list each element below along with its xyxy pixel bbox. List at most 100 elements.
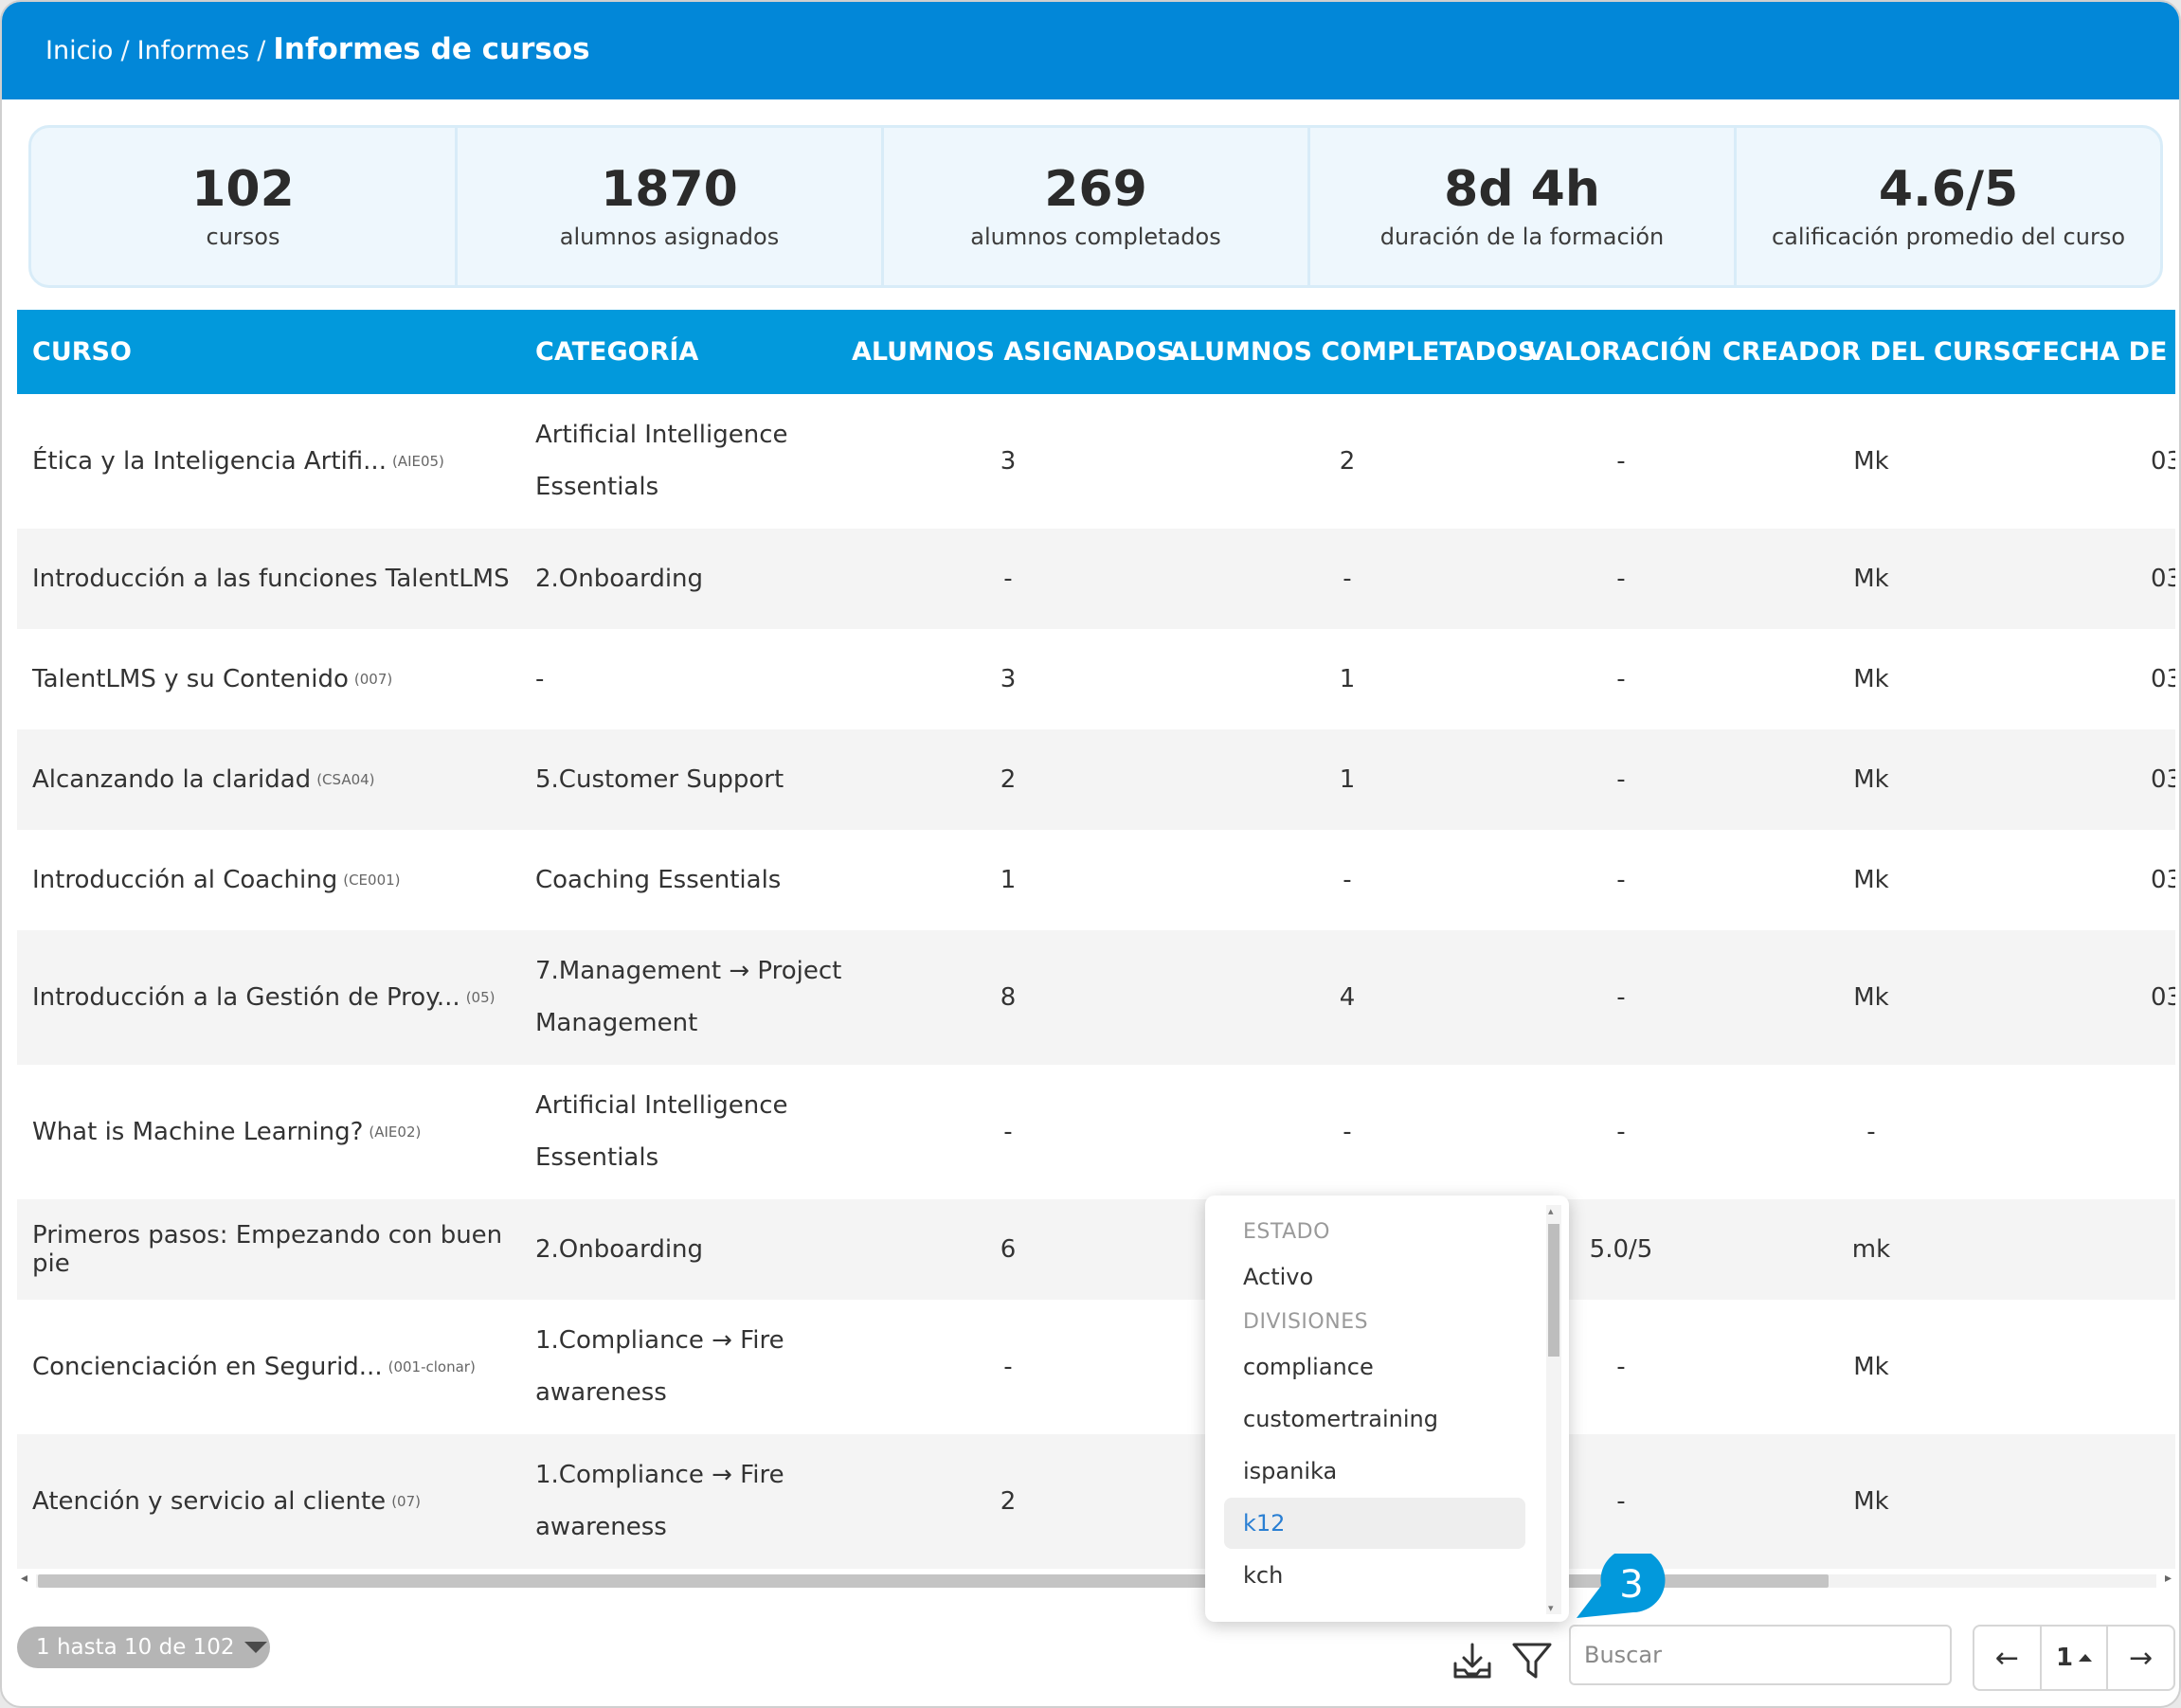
course-text: Ética y la Inteligencia Artifi... xyxy=(32,447,387,476)
search-input[interactable] xyxy=(1569,1625,1952,1685)
rating-text: - xyxy=(1616,665,1626,693)
scroll-left-icon[interactable]: ◂ xyxy=(21,1571,27,1586)
prev-page-button[interactable]: ← xyxy=(1974,1627,2042,1689)
stat-value: 1870 xyxy=(601,161,738,219)
filter-button[interactable] xyxy=(1510,1639,1556,1684)
completed-text: 4 xyxy=(1339,983,1356,1012)
column-header-assigned[interactable]: ALUMNOS ASIGNADOS xyxy=(852,310,1175,394)
scroll-down-icon[interactable]: ▾ xyxy=(1548,1602,1554,1614)
course-code: (AIE05) xyxy=(391,453,444,470)
date-text: 03 xyxy=(2151,565,2175,593)
filter-option-active[interactable]: Activo xyxy=(1224,1251,1525,1303)
table-row[interactable]: What is Machine Learning? (AIE02) Artifici… xyxy=(17,1065,2175,1199)
cell-course[interactable]: Primeros pasos: Empezando con buen pie xyxy=(32,1199,525,1300)
assigned-text: 6 xyxy=(1000,1235,1017,1264)
column-header-course[interactable]: CURSO xyxy=(32,310,132,394)
category-text: Artificial Intelligence Essentials xyxy=(535,421,788,501)
cell-assigned: 3 xyxy=(852,394,1164,529)
cell-completed: - xyxy=(1169,1065,1525,1199)
date-text: 03 xyxy=(2151,866,2175,894)
column-header-creator[interactable]: CREADOR DEL CURSO xyxy=(1722,310,2033,394)
horizontal-scrollbar[interactable]: ◂ ▸ xyxy=(17,1571,2175,1590)
column-header-category[interactable]: CATEGORÍA xyxy=(535,310,698,394)
table-row[interactable]: Introducción al Coaching (CE001) Coaching … xyxy=(17,830,2175,930)
next-page-button[interactable]: → xyxy=(2108,1627,2173,1689)
table-row[interactable]: Atención y servicio al cliente (07) 1.Comp… xyxy=(17,1434,2175,1569)
course-text: Concienciación en Segurid... xyxy=(32,1353,383,1381)
page-select[interactable]: 1 xyxy=(2042,1627,2109,1689)
course-text: Alcanzando la claridad xyxy=(32,765,312,794)
category-text: Artificial Intelligence Essentials xyxy=(535,1091,788,1172)
stat-assigned-learners: 1870 alumnos asignados xyxy=(458,128,884,285)
table-row[interactable]: Alcanzando la claridad (CSA04) 5.Customer … xyxy=(17,729,2175,830)
cell-course[interactable]: Introducción a las funciones TalentLMS xyxy=(32,529,525,629)
cell-completed: 1 xyxy=(1169,729,1525,830)
cell-completed: 1 xyxy=(1169,629,1525,729)
cell-category: Artificial Intelligence Essentials xyxy=(535,394,848,529)
cell-rating: - xyxy=(1526,830,1716,930)
scroll-right-icon[interactable]: ▸ xyxy=(2165,1571,2172,1586)
completed-text: 1 xyxy=(1339,665,1356,693)
stat-training-duration: 8d 4h duración de la formación xyxy=(1310,128,1737,285)
column-header-start-date[interactable]: FECHA DE IN xyxy=(2025,310,2175,394)
table-row[interactable]: Ética y la Inteligencia Artifi... (AIE05)… xyxy=(17,394,2175,529)
cell-assigned: 8 xyxy=(852,930,1164,1065)
cell-course[interactable]: Ética y la Inteligencia Artifi... (AIE05) xyxy=(32,394,525,529)
date-text: 03 xyxy=(2151,447,2175,476)
cell-creator: Mk xyxy=(1722,1300,2020,1434)
cell-course[interactable]: Concienciación en Segurid... (001-clonar) xyxy=(32,1300,525,1434)
table-row[interactable]: Concienciación en Segurid... (001-clonar)… xyxy=(17,1300,2175,1434)
date-text: 03 xyxy=(2151,665,2175,693)
cell-course[interactable]: Alcanzando la claridad (CSA04) xyxy=(32,729,525,830)
chevron-down-icon xyxy=(243,1642,267,1653)
cell-course[interactable]: Introducción a la Gestión de Proy... (05) xyxy=(32,930,525,1065)
dropdown-scrollbar[interactable]: ▴ ▾ xyxy=(1546,1205,1561,1614)
course-text: TalentLMS y su Contenido xyxy=(32,665,349,693)
cell-rating: - xyxy=(1526,394,1716,529)
filter-option-kch[interactable]: kch xyxy=(1224,1550,1525,1601)
stat-completed-learners: 269 alumnos completados xyxy=(884,128,1310,285)
cell-creator: Mk xyxy=(1722,629,2020,729)
cell-creator: Mk xyxy=(1722,394,2020,529)
cell-course[interactable]: Introducción al Coaching (CE001) xyxy=(32,830,525,930)
dropdown-scroll-thumb[interactable] xyxy=(1548,1224,1559,1357)
category-text: 1.Compliance → Fire awareness xyxy=(535,1461,784,1541)
column-header-completed[interactable]: ALUMNOS COMPLETADOS xyxy=(1169,310,1536,394)
breadcrumb-home[interactable]: Inicio xyxy=(45,36,113,65)
cell-course[interactable]: What is Machine Learning? (AIE02) xyxy=(32,1065,525,1199)
cell-date: 03 xyxy=(2151,830,2175,930)
cell-rating: - xyxy=(1526,1065,1716,1199)
cell-creator: Mk xyxy=(1722,529,2020,629)
filter-group-status: ESTADO xyxy=(1243,1220,1330,1244)
cell-course[interactable]: Atención y servicio al cliente (07) xyxy=(32,1434,525,1569)
export-button[interactable] xyxy=(1450,1639,1495,1684)
table-row[interactable]: Introducción a la Gestión de Proy... (05)… xyxy=(17,930,2175,1065)
filter-option-compliance[interactable]: compliance xyxy=(1224,1341,1525,1393)
cell-course[interactable]: TalentLMS y su Contenido (007) xyxy=(32,629,525,729)
cell-completed: 2 xyxy=(1169,394,1525,529)
stat-label: alumnos completados xyxy=(970,223,1221,250)
creator-text: Mk xyxy=(1853,983,1889,1012)
date-text: 03 xyxy=(2151,983,2175,1012)
creator-text: Mk xyxy=(1853,765,1889,794)
cell-rating: - xyxy=(1526,529,1716,629)
page-size-dropdown[interactable]: 1 hasta 10 de 102 xyxy=(17,1627,270,1668)
assigned-text: 2 xyxy=(1000,1487,1017,1516)
table-row[interactable]: TalentLMS y su Contenido(007)-31-Mk03 xyxy=(17,629,2175,729)
step-badge-number: 3 xyxy=(1619,1563,1644,1607)
table-row[interactable]: Introducción a las funciones TalentLMS 2.… xyxy=(17,529,2175,629)
completed-text: 1 xyxy=(1339,765,1356,794)
course-code: (001-clonar) xyxy=(388,1358,476,1375)
table-row[interactable]: Primeros pasos: Empezando con buen pie 2.… xyxy=(17,1199,2175,1300)
cell-completed: - xyxy=(1169,529,1525,629)
filter-option-ispanika[interactable]: ispanika xyxy=(1224,1446,1525,1497)
cell-completed: - xyxy=(1169,830,1525,930)
filter-option-k12[interactable]: k12 xyxy=(1224,1498,1525,1549)
cell-date: 03 xyxy=(2151,729,2175,830)
column-header-rating[interactable]: VALORACIÓN xyxy=(1526,310,1712,394)
filter-option-customertraining[interactable]: customertraining xyxy=(1224,1393,1525,1445)
scroll-up-icon[interactable]: ▴ xyxy=(1548,1205,1554,1217)
cell-assigned: 6 xyxy=(852,1199,1164,1300)
breadcrumb-reports[interactable]: Informes xyxy=(137,36,250,65)
rating-text: - xyxy=(1616,1353,1626,1381)
